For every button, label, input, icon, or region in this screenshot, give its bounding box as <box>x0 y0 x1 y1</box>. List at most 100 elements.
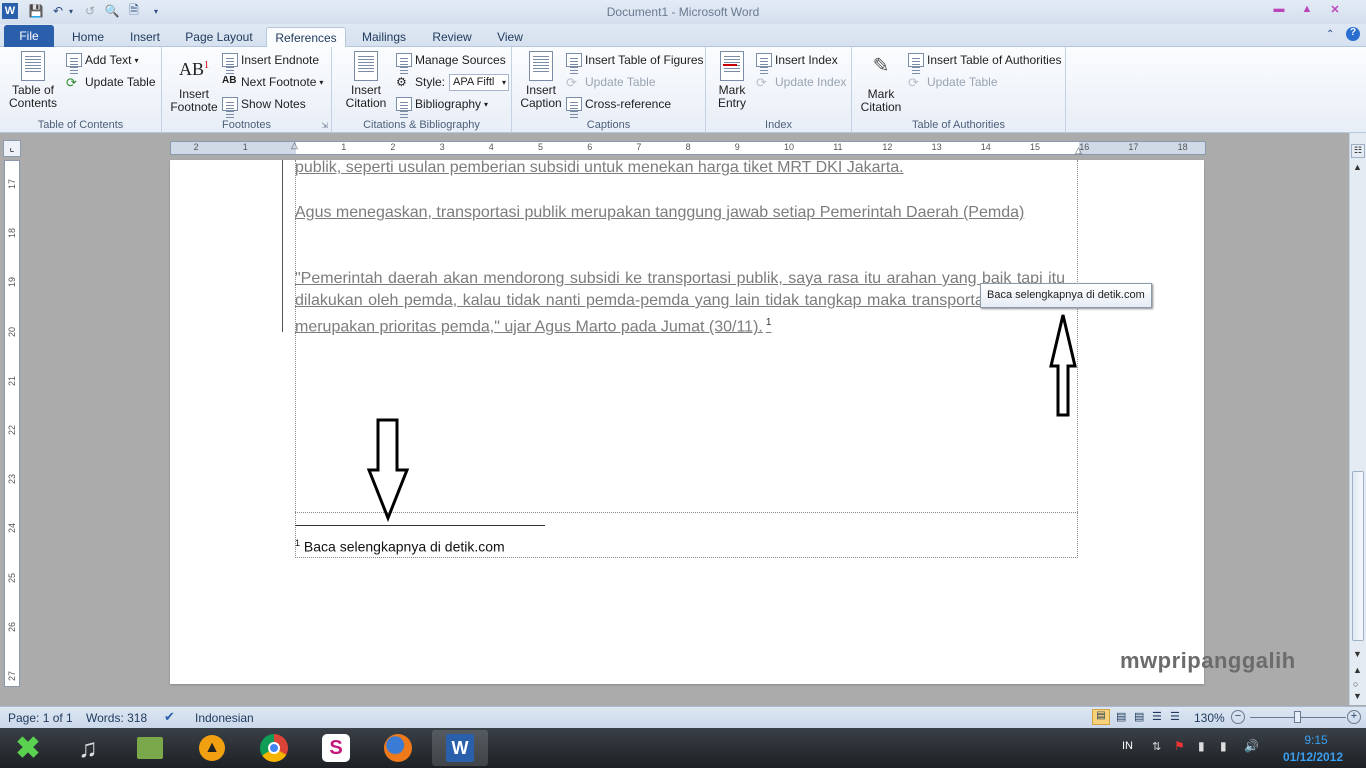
proofing-icon[interactable]: ✔ <box>164 709 175 725</box>
indent-marker-icon[interactable]: △ <box>291 140 298 151</box>
group-label: Table of Contents <box>37 119 124 131</box>
next-page-icon[interactable]: ▼ <box>1353 691 1362 701</box>
style-dropdown[interactable]: APA Fiftl ▾ <box>449 73 510 91</box>
update-table-toc-button[interactable]: ⟳ Update Table <box>66 73 156 91</box>
scrollbar-thumb[interactable] <box>1352 471 1364 641</box>
vertical-ruler[interactable]: 17 18 19 20 21 22 23 24 25 26 27 <box>4 160 20 687</box>
view-ruler-icon[interactable]: ☷ <box>1351 144 1365 158</box>
outline-icon[interactable]: ☰ <box>1152 710 1162 723</box>
tab-review[interactable]: Review <box>424 27 480 47</box>
quote-paragraph[interactable]: "Pemerintah daerah akan mendorong subsid… <box>295 268 1065 338</box>
input-language[interactable]: IN <box>1122 740 1133 752</box>
group-label: Citations & Bibliography <box>363 119 480 131</box>
paragraph[interactable]: Agus menegaskan, transportasi publik mer… <box>295 202 1065 224</box>
tab-home[interactable]: Home <box>62 27 114 47</box>
taskbar-app[interactable]: S <box>308 730 364 766</box>
up-arrow-icon <box>1049 314 1077 417</box>
print-layout-icon[interactable]: ▤ <box>1092 709 1110 725</box>
tab-page-layout[interactable]: Page Layout <box>178 27 260 47</box>
add-text-button[interactable]: Add Text ▾ <box>66 51 139 69</box>
ruler-tick-label: 1 <box>341 142 347 152</box>
tray-flag-icon[interactable]: ⚑ <box>1174 739 1185 753</box>
mark-entry-button[interactable]: Mark Entry <box>710 51 754 110</box>
draft-icon[interactable]: ☰ <box>1170 710 1180 723</box>
clock-time[interactable]: 9:15 <box>1276 733 1356 747</box>
zoom-out-icon[interactable]: − <box>1231 710 1245 724</box>
full-screen-reading-icon[interactable]: ▤ <box>1116 710 1126 723</box>
document-page[interactable]: publik, seperti usulan pemberian subsidi… <box>170 157 1204 684</box>
scroll-down-icon[interactable]: ▼ <box>1353 649 1362 659</box>
zoom-in-icon[interactable]: + <box>1347 710 1361 724</box>
insert-table-of-authorities-button[interactable]: Insert Table of Authorities <box>908 51 1062 69</box>
cross-reference-button[interactable]: Cross-reference <box>566 95 671 113</box>
taskbar-music[interactable]: ♫ <box>60 730 116 766</box>
update-index-button[interactable]: ⟳ Update Index <box>756 73 846 91</box>
tab-selector[interactable]: ⌞ <box>3 140 21 157</box>
next-footnote-button[interactable]: AB Next Footnote ▾ <box>222 73 323 91</box>
insert-endnote-button[interactable]: Insert Endnote <box>222 51 319 69</box>
insert-index-icon <box>756 53 772 67</box>
footnote-reference[interactable]: 1 <box>766 317 772 328</box>
insert-caption-button[interactable]: Insert Caption <box>516 51 566 110</box>
show-notes-button[interactable]: Show Notes <box>222 95 306 113</box>
tab-file[interactable]: File <box>4 25 54 47</box>
web-layout-icon[interactable]: ▤ <box>1134 710 1144 723</box>
update-table-figures-button[interactable]: ⟳ Update Table <box>566 73 656 91</box>
minimize-button[interactable]: ▬ <box>1268 3 1290 19</box>
page-count[interactable]: Page: 1 of 1 <box>8 711 73 725</box>
tray-volume-icon[interactable]: 🔊 <box>1244 739 1259 753</box>
vertical-scrollbar[interactable]: ☷ ▲ ▼ ▲ ○ ▼ <box>1349 133 1366 705</box>
endnote-icon <box>222 53 238 67</box>
manage-sources-button[interactable]: Manage Sources <box>396 51 506 69</box>
restore-button[interactable]: ▲ <box>1296 3 1318 19</box>
mark-citation-button[interactable]: ✎ Mark Citation <box>856 51 906 114</box>
tray-arrows-icon[interactable]: ⇅ <box>1152 740 1161 753</box>
citation-icon <box>354 51 378 81</box>
ruler-tick-label: 15 <box>1030 142 1041 152</box>
language-indicator[interactable]: Indonesian <box>195 711 254 725</box>
status-bar: Page: 1 of 1 Words: 318 ✔ Indonesian ▤ ▤… <box>0 706 1366 728</box>
tab-view[interactable]: View <box>488 27 532 47</box>
taskbar-aimp[interactable]: ▲ <box>184 730 240 766</box>
tray-battery-icon[interactable]: ▮ <box>1198 739 1205 753</box>
horizontal-ruler[interactable]: △ △ 2 1 1 2 3 4 5 6 7 8 9 10 11 12 13 14 15 16 17 18 <box>170 140 1206 155</box>
clock-date[interactable]: 01/12/2012 <box>1270 750 1356 764</box>
insert-index-button[interactable]: Insert Index <box>756 51 838 69</box>
paragraph-line[interactable]: publik, seperti usulan pemberian subsidi… <box>295 157 1065 179</box>
ruler-tick-label: 6 <box>587 142 593 152</box>
taskbar-explorer[interactable] <box>122 730 178 766</box>
scroll-up-icon[interactable]: ▲ <box>1353 162 1362 172</box>
tray-network-icon[interactable]: ▮ <box>1220 739 1227 753</box>
insert-citation-button[interactable]: Insert Citation <box>336 51 396 110</box>
start-button[interactable]: ✖ <box>0 730 56 766</box>
previous-page-icon[interactable]: ▲ <box>1353 665 1362 675</box>
tab-references[interactable]: References <box>266 27 346 48</box>
close-button[interactable]: ✕ <box>1324 3 1346 19</box>
select-browse-object-icon[interactable]: ○ <box>1353 679 1358 689</box>
group-label: Table of Authorities <box>912 119 1005 131</box>
zoom-level[interactable]: 130% <box>1194 711 1225 725</box>
word-count[interactable]: Words: 318 <box>86 711 147 725</box>
ruler-tick-label: 11 <box>833 142 843 152</box>
bibliography-button[interactable]: Bibliography ▾ <box>396 95 488 113</box>
tab-mailings[interactable]: Mailings <box>354 27 414 47</box>
group-captions: Insert Caption Insert Table of Figures ⟳… <box>512 47 706 133</box>
taskbar-word[interactable]: W <box>432 730 488 766</box>
taskbar-firefox[interactable] <box>370 730 426 766</box>
group-footnotes: AB1 Insert Footnote Insert Endnote AB Nex… <box>162 47 332 133</box>
ruler-tick-label: 17 <box>1128 142 1139 152</box>
tab-insert[interactable]: Insert <box>120 27 170 47</box>
minimize-ribbon-icon[interactable]: ⌃ <box>1326 29 1334 40</box>
taskbar-chrome[interactable] <box>246 730 302 766</box>
update-table-authorities-button[interactable]: ⟳ Update Table <box>908 73 998 91</box>
footnote[interactable]: 1 Baca selengkapnya di detik.com <box>295 538 505 555</box>
insert-footnote-button[interactable]: AB1 Insert Footnote <box>166 51 222 114</box>
help-icon[interactable]: ? <box>1346 27 1360 41</box>
table-of-contents-button[interactable]: Table of Contents <box>4 51 62 110</box>
dialog-launcher-icon[interactable]: ⇲ <box>321 121 328 130</box>
insert-table-of-figures-button[interactable]: Insert Table of Figures <box>566 51 704 69</box>
footnote-icon: AB1 <box>179 59 210 79</box>
group-table-of-contents: Table of Contents Add Text ▾ ⟳ Update Tabl… <box>0 47 162 133</box>
zoom-slider-handle[interactable] <box>1294 711 1301 723</box>
ruler-tick-label: 14 <box>980 142 991 152</box>
